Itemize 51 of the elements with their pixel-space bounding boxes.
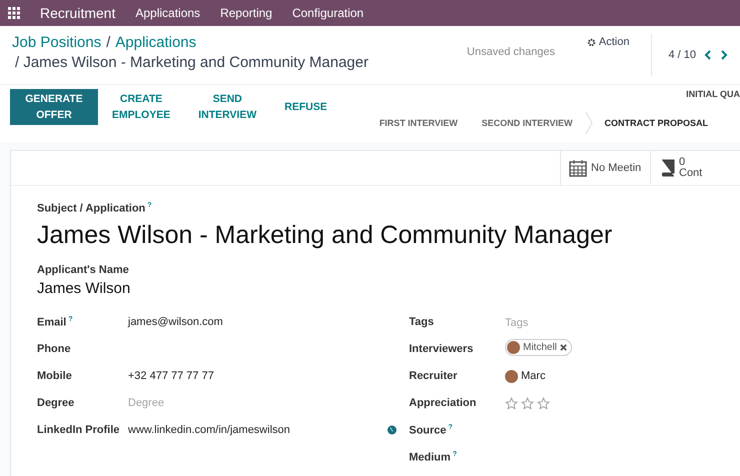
field-label: Appreciation — [409, 397, 478, 410]
action-button[interactable]: Action — [586, 34, 630, 50]
field-label: Subject / Application $^{?}$ — [37, 202, 153, 215]
breadcrumb-separator: / — [106, 34, 110, 51]
action-button[interactable]: CREATE EMPLOYEE — [98, 89, 184, 125]
field-label: Degree — [37, 397, 76, 410]
nav-menu-item[interactable]: Reporting — [220, 6, 272, 20]
chevron-icon — [584, 111, 592, 135]
calendar-icon — [569, 159, 587, 177]
field-label: LinkedIn Profile — [37, 424, 121, 436]
field-label: Medium $^{?}$ — [409, 450, 458, 464]
field-value[interactable]: james@wilson.com — [128, 316, 409, 328]
field-label: Interviewers — [409, 343, 474, 356]
breadcrumb-link[interactable]: Applications — [115, 34, 196, 51]
breadcrumb-link[interactable]: Job Positions — [12, 34, 102, 51]
record-title: / James Wilson - Marketing and Community Manager — [14, 54, 370, 71]
unsaved-indicator: Unsaved changes — [466, 46, 556, 60]
field-label: Mobile — [37, 370, 73, 382]
action-button[interactable]: REFUSE — [270, 89, 342, 125]
field-label: Tags — [409, 316, 435, 328]
next-icon[interactable] — [720, 50, 728, 60]
stage-item[interactable]: INITIAL QUA — [686, 89, 740, 99]
nav-menu-item[interactable]: Configuration — [292, 6, 364, 20]
star-icon[interactable] — [505, 396, 518, 410]
app-name[interactable]: Recruitment — [40, 5, 116, 21]
field-label: Phone — [37, 343, 72, 356]
avatar-icon — [505, 370, 518, 383]
gear-icon — [586, 38, 596, 46]
stage-item[interactable]: SECOND INTERVIEW — [470, 114, 584, 132]
field-label: Applicant's Name — [37, 264, 130, 276]
action-button[interactable]: GENERATE OFFER — [10, 89, 98, 125]
applicant-name[interactable]: James Wilson — [37, 280, 714, 297]
close-icon[interactable] — [560, 344, 567, 352]
field-value[interactable]: www.linkedin.com/in/jameswilson — [128, 424, 290, 436]
field-label: Recruiter — [409, 370, 458, 382]
avatar-icon — [507, 341, 520, 354]
field-value[interactable]: +32 477 77 77 77 — [128, 370, 409, 382]
stage-item[interactable]: FIRST INTERVIEW — [367, 114, 470, 132]
application-title[interactable]: James Wilson - Marketing and Community Manager — [37, 220, 714, 250]
star-icon[interactable] — [537, 396, 550, 410]
stage-item[interactable]: CONTRACT PROPOSAL — [592, 114, 720, 132]
action-button[interactable]: SEND INTERVIEW — [184, 89, 271, 125]
app-grid-icon[interactable] — [8, 7, 20, 19]
interviewer-tag[interactable]: Mitchell — [505, 339, 572, 356]
field-label: Email $^{?}$ — [37, 316, 74, 328]
recruiter-value[interactable]: Marc — [521, 370, 546, 382]
pager-counter[interactable]: 4 / 10 — [668, 49, 696, 61]
star-icon[interactable] — [521, 396, 534, 410]
previous-icon[interactable] — [704, 50, 712, 60]
field-label: Source $^{?}$ — [409, 424, 454, 436]
nav-menu-item[interactable]: Applications — [135, 6, 200, 20]
